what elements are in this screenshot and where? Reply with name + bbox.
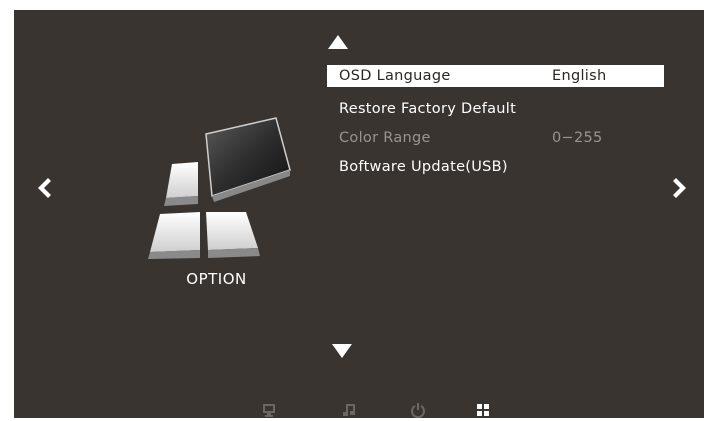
menu-row-software-update[interactable]: Boftware Update(USB) bbox=[327, 156, 664, 178]
chevron-right-icon[interactable] bbox=[672, 176, 690, 206]
category-title: OPTION bbox=[186, 270, 247, 288]
triangle-down-icon[interactable] bbox=[331, 343, 353, 359]
music-note-icon[interactable] bbox=[341, 402, 357, 418]
option-tiles-icon bbox=[148, 117, 291, 259]
osd-panel: OSD Language English Restore Factory Def… bbox=[14, 10, 704, 418]
chevron-left-icon[interactable] bbox=[34, 176, 52, 206]
menu-label: Boftware Update(USB) bbox=[339, 159, 508, 175]
menu-value: 0−255 bbox=[552, 130, 603, 146]
menu-value: English bbox=[552, 68, 607, 84]
menu-label: Color Range bbox=[339, 130, 431, 146]
menu-label: Restore Factory Default bbox=[339, 101, 517, 117]
menu-row-restore-factory-default[interactable]: Restore Factory Default bbox=[327, 98, 664, 120]
menu-label: OSD Language bbox=[339, 68, 451, 84]
grid-icon[interactable] bbox=[475, 402, 491, 418]
triangle-up-icon[interactable] bbox=[327, 34, 349, 50]
menu-row-osd-language[interactable]: OSD Language English bbox=[327, 65, 664, 87]
menu-row-color-range: Color Range 0−255 bbox=[327, 127, 664, 149]
monitor-icon[interactable] bbox=[261, 402, 277, 418]
power-icon[interactable] bbox=[410, 402, 426, 418]
